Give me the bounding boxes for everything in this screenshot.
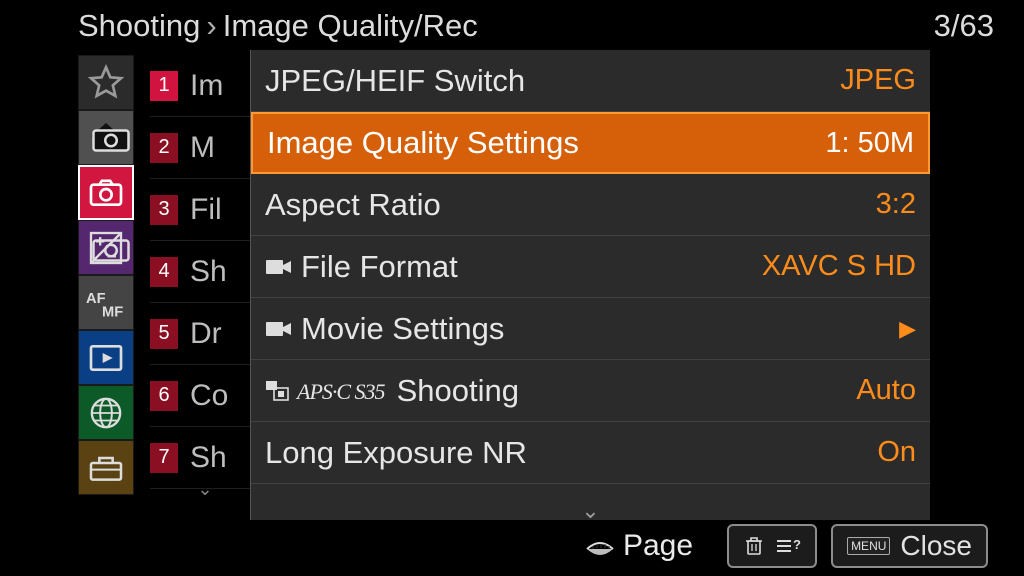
setting-value: XAVC S HD	[762, 250, 916, 283]
setting-value: On	[877, 436, 916, 469]
rail-favorites[interactable]	[78, 55, 134, 110]
subsection-item[interactable]: 6 Co	[150, 365, 260, 427]
subsection-label: Co	[190, 379, 228, 413]
subsection-label: Fil	[190, 193, 222, 227]
setting-label: File Format	[265, 249, 458, 285]
close-button[interactable]: MENU Close	[831, 524, 988, 568]
subsection-number: 4	[150, 257, 178, 287]
svg-text:MF: MF	[102, 304, 123, 320]
page-label: Page	[623, 529, 693, 563]
subsection-label: Im	[190, 69, 223, 103]
subsection-number: 6	[150, 381, 178, 411]
setting-value: 3:2	[876, 188, 916, 221]
rail-playback[interactable]	[78, 330, 134, 385]
subsection-item[interactable]: 5 Dr	[150, 303, 260, 365]
page-counter: 3/63	[934, 8, 994, 44]
category-rail: AFMF	[78, 55, 138, 495]
setting-label: Aspect Ratio	[265, 187, 441, 223]
subsection-label: Sh	[190, 255, 227, 289]
subsection-label: M	[190, 131, 215, 165]
setting-value: Auto	[856, 374, 916, 407]
subsection-label: Dr	[190, 317, 222, 351]
setting-label: Movie Settings	[265, 311, 504, 347]
svg-text:?: ?	[793, 537, 801, 552]
movie-icon	[265, 256, 293, 278]
setting-label: APS·C S35Shooting	[265, 373, 519, 409]
subsection-label: Sh	[190, 441, 227, 475]
footer-bar: Page ? MENU Close	[0, 520, 1024, 572]
breadcrumb: Shooting › Image Quality/Rec 3/63	[78, 8, 994, 44]
subsection-list: 1Im2M3Fil4Sh5Dr6Co7Sh ⌄	[150, 55, 260, 489]
subsection-item[interactable]: 3 Fil	[150, 179, 260, 241]
star-icon	[86, 63, 126, 103]
subsection-number: 2	[150, 133, 178, 163]
setting-row[interactable]: Image Quality Settings 1: 50M	[251, 112, 930, 174]
rail-shooting[interactable]	[78, 165, 134, 220]
camera-badge-icon	[91, 118, 131, 163]
setting-label: Long Exposure NR	[265, 435, 527, 471]
setting-value: JPEG	[840, 64, 916, 97]
rail-exposure[interactable]	[78, 220, 134, 275]
movie-icon	[265, 318, 293, 340]
dial-icon	[583, 529, 617, 563]
page-control[interactable]: Page	[583, 529, 693, 563]
setting-label: Image Quality Settings	[267, 125, 579, 161]
rail-main[interactable]	[78, 110, 134, 165]
setting-row[interactable]: Movie Settings ▶	[251, 298, 930, 360]
subsection-number: 5	[150, 319, 178, 349]
camera-menu-screen: Shooting › Image Quality/Rec 3/63 AFMF	[0, 0, 1024, 576]
setting-value: 1: 50M	[825, 127, 914, 160]
close-label: Close	[900, 530, 972, 562]
breadcrumb-separator: ›	[206, 8, 216, 44]
menu-key-icon: MENU	[847, 537, 890, 555]
subsection-number: 7	[150, 443, 178, 473]
trash-icon	[743, 534, 765, 558]
setting-row[interactable]: Long Exposure NR On	[251, 422, 930, 484]
help-button[interactable]: ?	[727, 524, 817, 568]
subsection-item[interactable]: 1 Im	[150, 55, 260, 117]
playback-icon	[86, 338, 126, 378]
help-lines-icon: ?	[775, 534, 801, 558]
breadcrumb-leaf: Image Quality/Rec	[223, 8, 478, 44]
settings-panel: JPEG/HEIF Switch JPEG Image Quality Settin…	[250, 50, 930, 520]
subsection-item[interactable]: 2M	[150, 117, 260, 179]
subsection-number: 1	[150, 71, 178, 101]
globe-icon	[86, 393, 126, 433]
setting-row[interactable]: Aspect Ratio 3:2	[251, 174, 930, 236]
breadcrumb-root: Shooting	[78, 8, 200, 44]
setting-value: ▶	[899, 316, 916, 342]
rail-focus[interactable]: AFMF	[78, 275, 134, 330]
setting-label: JPEG/HEIF Switch	[265, 63, 525, 99]
chevron-down-icon[interactable]: ⌄	[150, 479, 260, 497]
setting-row[interactable]: JPEG/HEIF Switch JPEG	[251, 50, 930, 112]
setting-row[interactable]: APS·C S35Shooting Auto	[251, 360, 930, 422]
rail-setup[interactable]	[78, 440, 134, 495]
aps-c-icon	[265, 380, 289, 402]
af-mf-icon: AFMF	[86, 283, 126, 323]
aps-c-text: APS·C S35	[297, 379, 385, 405]
setting-row[interactable]: File Format XAVC S HD	[251, 236, 930, 298]
rail-network[interactable]	[78, 385, 134, 440]
subsection-number: 3	[150, 195, 178, 225]
camera-icon	[86, 173, 126, 213]
toolbox-icon	[86, 448, 126, 488]
subsection-item[interactable]: 4 Sh	[150, 241, 260, 303]
camera-badge-icon	[91, 228, 131, 273]
